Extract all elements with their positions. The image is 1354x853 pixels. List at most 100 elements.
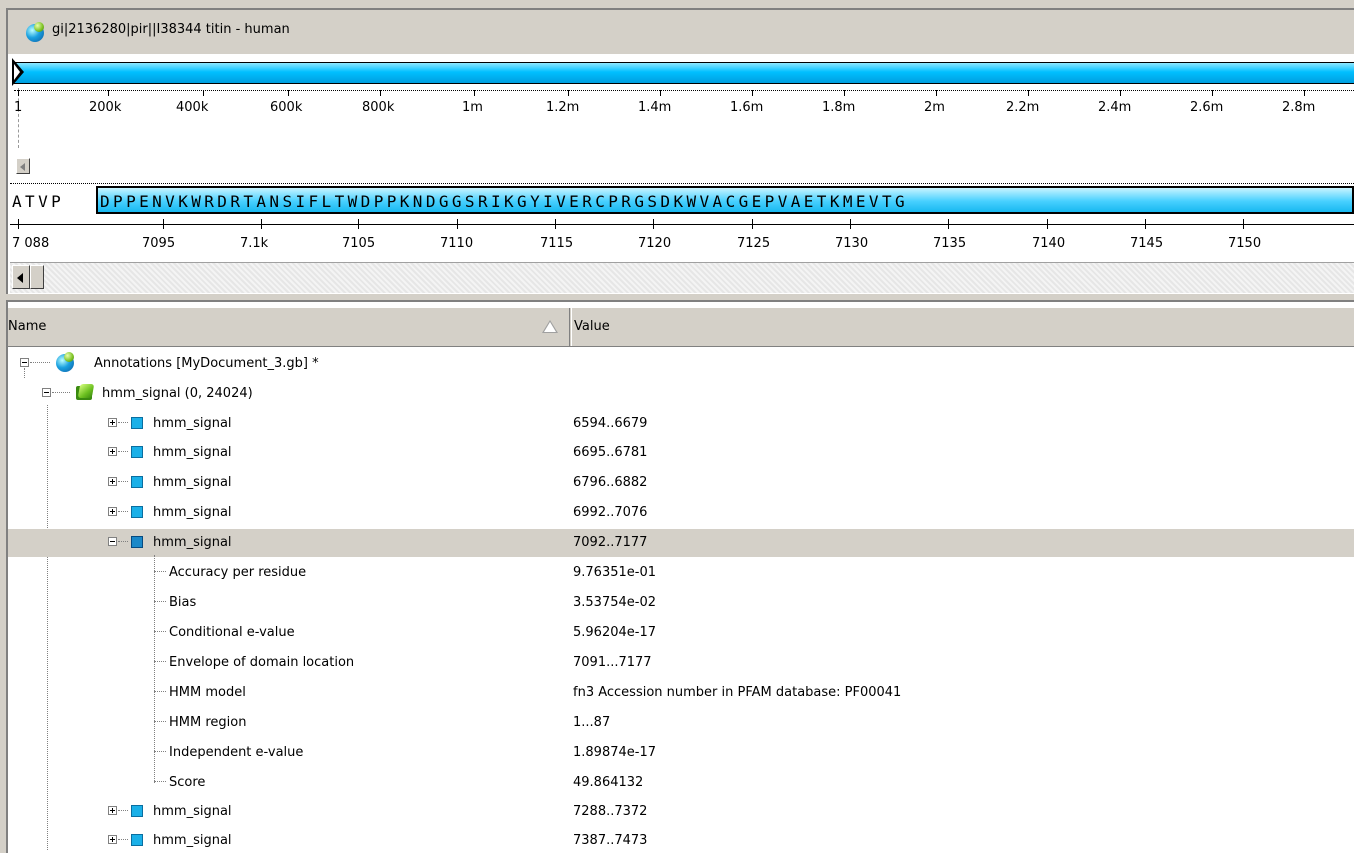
overview-tick-label: 2.2m [1006,100,1040,115]
annotation-row[interactable]: hmm_signal 6594..6679 [8,410,1354,438]
qualifier-row[interactable]: Bias 3.53754e-02 [8,589,1354,617]
qualifier-value: 1...87 [573,715,611,730]
annotation-name: hmm_signal [153,535,232,550]
overview-tick-label: 2.8m [1282,100,1316,115]
expand-icon[interactable] [108,806,117,815]
annotation-name: hmm_signal [153,505,232,520]
detail-tick-label: 7130 [835,236,869,251]
annotation-row[interactable]: hmm_signal 7387..7473 [8,827,1354,853]
annotation-row[interactable]: hmm_signal 7288..7372 [8,798,1354,826]
sort-ascending-icon [542,320,558,333]
overview-tick-label: 2m [924,100,945,115]
qualifier-row[interactable]: HMM region 1...87 [8,709,1354,737]
annotation-row[interactable]: hmm_signal 6695..6781 [8,439,1354,467]
group-label: hmm_signal (0, 24024) [102,386,253,401]
annotation-row[interactable]: hmm_signal 6796..6882 [8,469,1354,497]
expand-icon[interactable] [108,477,117,486]
overview-sequence-bar[interactable] [14,62,1354,84]
qualifier-name: Envelope of domain location [169,655,355,670]
name-column-header[interactable]: Name [8,308,570,346]
sequence-horizontal-scrollbar[interactable] [10,262,1354,293]
detail-tick-label: 7105 [342,236,376,251]
detail-tick-label: 7115 [540,236,574,251]
sequence-prefix: ATVP [12,192,65,211]
annotation-color-icon [131,446,143,458]
sequence-title: gi|2136280|pir||I38344 titin - human [52,22,290,37]
annotation-location: 6594..6679 [573,416,648,431]
overview-tick-label: 1.2m [546,100,580,115]
detail-tick-label: 7145 [1130,236,1164,251]
annotation-color-icon [131,476,143,488]
annotation-name: hmm_signal [153,475,232,490]
qualifier-row[interactable]: Independent e-value 1.89874e-17 [8,739,1354,767]
overview-scroll-left-button[interactable] [16,158,30,174]
overview-tick-label: 600k [270,100,303,115]
collapse-icon[interactable] [42,388,51,397]
detail-tick-label: 7095 [142,236,176,251]
expand-icon[interactable] [108,507,117,516]
annotation-name: hmm_signal [153,833,232,848]
arrow-left-icon [17,273,23,283]
annotation-color-icon [131,417,143,429]
value-column-header[interactable]: Value [571,308,1354,346]
annotation-location: 7092..7177 [573,535,648,550]
detail-ruler-line [10,224,1354,225]
qualifier-name: HMM region [169,715,247,730]
annotation-location: 6695..6781 [573,445,648,460]
overview-tick-label: 1.4m [638,100,672,115]
detail-tick-label: 7125 [737,236,771,251]
annotation-row-selected[interactable]: hmm_signal 7092..7177 [8,529,1354,557]
qualifier-value: 49.864132 [573,775,644,790]
annotation-color-icon [131,834,143,846]
annotation-name: hmm_signal [153,804,232,819]
qualifier-row[interactable]: Score 49.864132 [8,769,1354,797]
annotation-name: hmm_signal [153,416,232,431]
annotation-name: hmm_signal [153,445,232,460]
collapse-icon[interactable] [108,537,117,546]
annotation-location: 6796..6882 [573,475,648,490]
collapse-icon[interactable] [20,358,29,367]
tree-root-row[interactable]: Annotations [MyDocument_3.gb] * [8,350,1354,378]
detail-tick-label: 7140 [1032,236,1066,251]
qualifier-value: 9.76351e-01 [573,565,656,580]
scrollbar-thumb[interactable] [30,265,44,289]
detail-tick-label: 7110 [440,236,474,251]
annotation-location: 7387..7473 [573,833,648,848]
annotation-location: 6992..7076 [573,505,648,520]
expand-icon[interactable] [108,447,117,456]
qualifier-row[interactable]: Conditional e-value 5.96204e-17 [8,619,1354,647]
overview-tick-label: 2.6m [1190,100,1224,115]
qualifier-name: HMM model [169,685,246,700]
qualifier-row[interactable]: Envelope of domain location 7091...7177 [8,649,1354,677]
qualifier-name: Independent e-value [169,745,304,760]
sequence-highlighted[interactable]: DPPENVKWRDRTANSIFLTWDPPKNDGGSRIKGYIVERCP… [100,192,908,211]
annotations-globe-icon [56,352,74,372]
expand-icon[interactable] [108,835,117,844]
annotation-color-icon [131,536,143,548]
scroll-left-button[interactable] [12,265,30,289]
qualifier-row[interactable]: HMM model fn3 Accession number in PFAM d… [8,679,1354,707]
overview-tick-label: 1.8m [822,100,856,115]
overview-tick-label: 800k [362,100,395,115]
overview-tick-label: 1.6m [730,100,764,115]
annotation-row[interactable]: hmm_signal 6992..7076 [8,499,1354,527]
qualifier-name: Conditional e-value [169,625,295,640]
position-marker-icon[interactable] [12,58,24,86]
overview-tick-label: 400k [176,100,209,115]
qualifier-name: Bias [169,595,197,610]
qualifier-row[interactable]: Accuracy per residue 9.76351e-01 [8,559,1354,587]
expand-icon[interactable] [108,418,117,427]
detail-tick-label: 7 088 [12,236,50,251]
value-column-label: Value [574,319,610,334]
qualifier-value: 5.96204e-17 [573,625,656,640]
tree-group-row[interactable]: hmm_signal (0, 24024) [8,368,1354,408]
detail-tick-label: 7135 [933,236,967,251]
detail-tick-label: 7150 [1228,236,1262,251]
arrow-left-icon [20,163,25,171]
root-label: Annotations [MyDocument_3.gb] * [94,356,319,371]
overview-tick-label: 2.4m [1098,100,1132,115]
detail-tick-label: 7120 [638,236,672,251]
detail-top-border [10,183,1354,184]
qualifier-name: Accuracy per residue [169,565,307,580]
overview-tick-label: 1 [14,100,23,115]
